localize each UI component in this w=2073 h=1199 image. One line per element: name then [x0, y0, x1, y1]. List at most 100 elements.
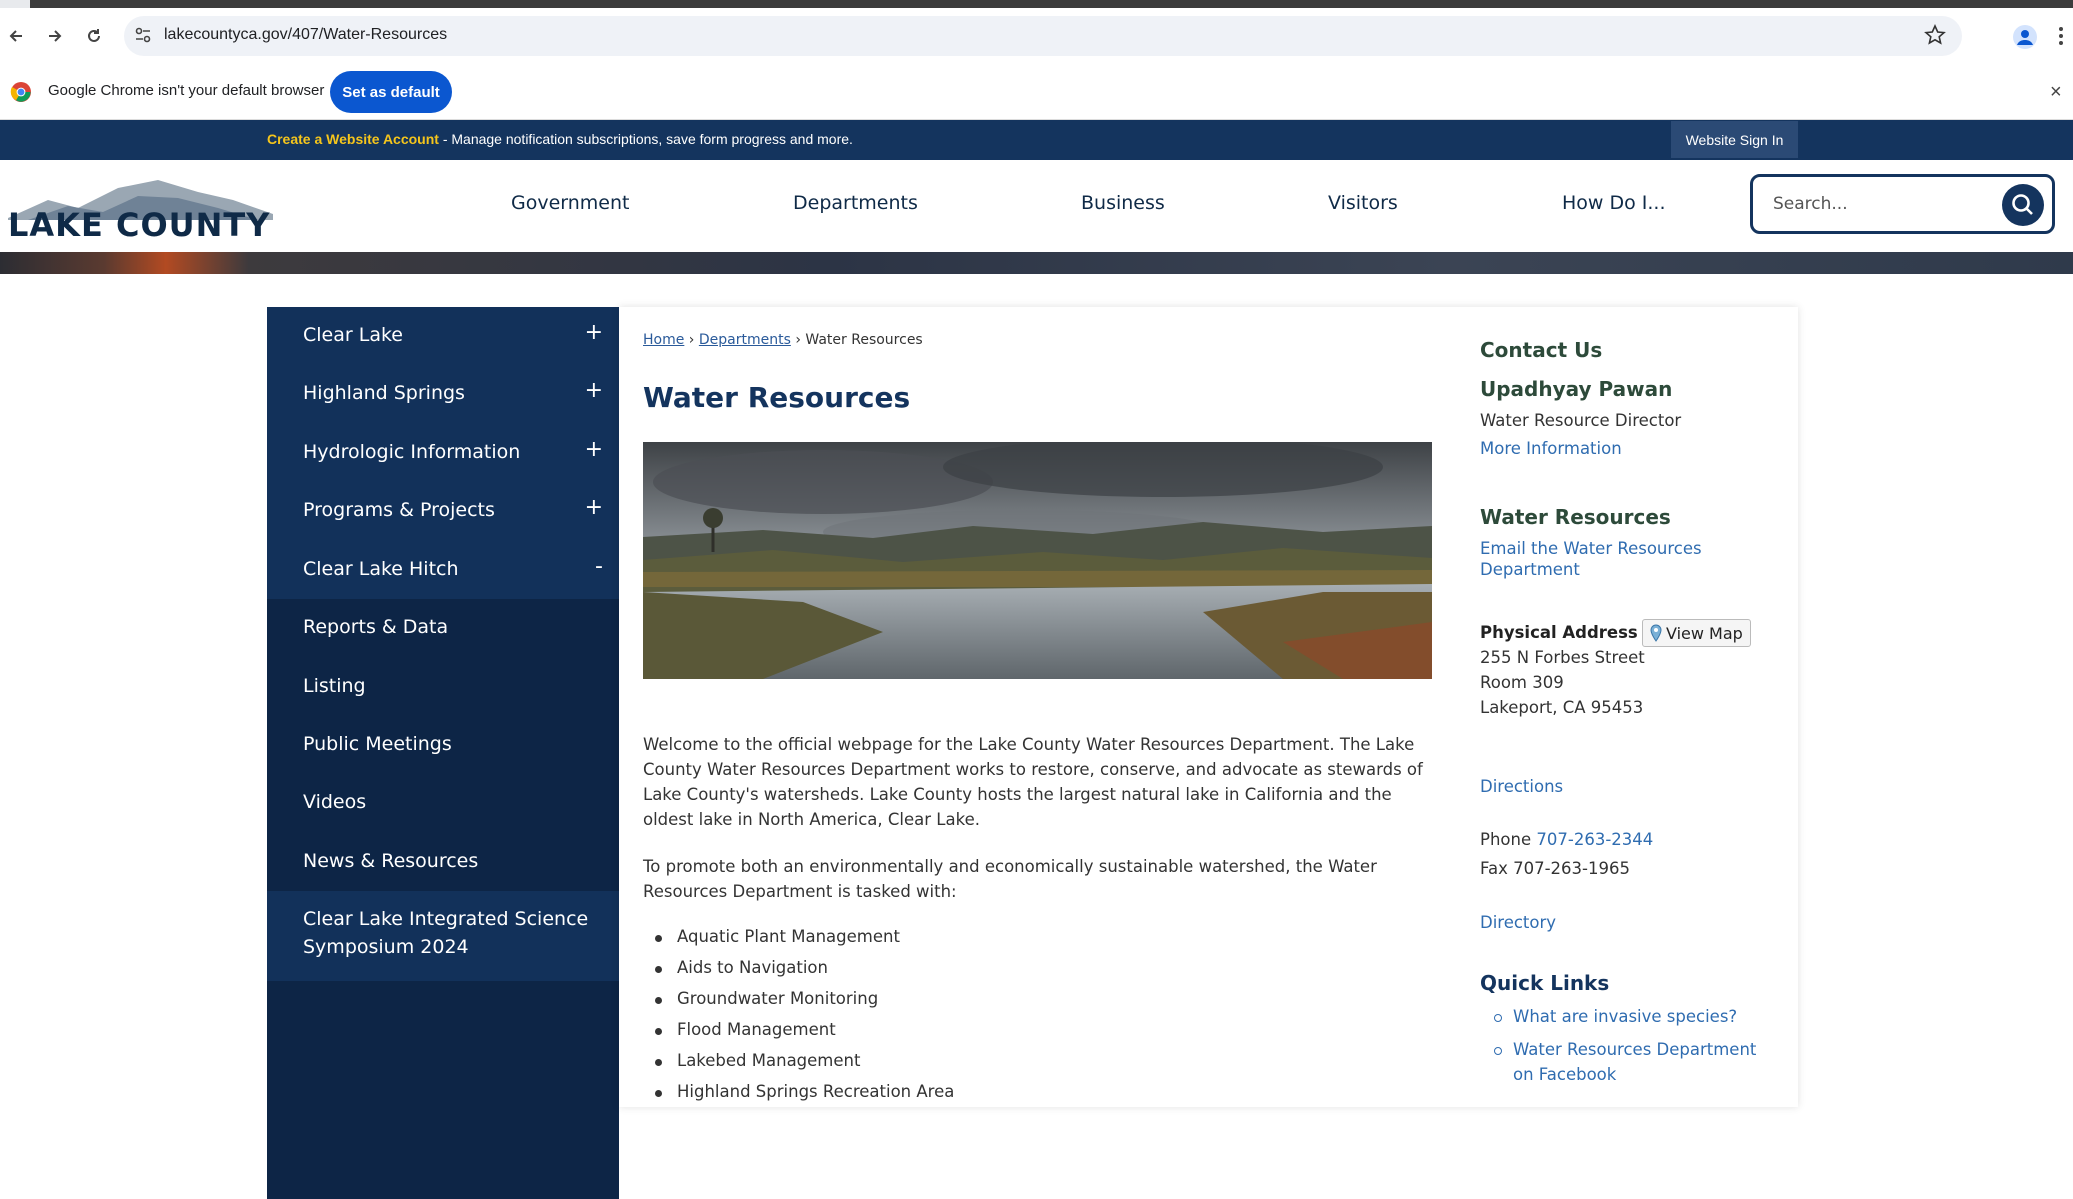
sidebar-item-videos[interactable]: Videos [267, 774, 619, 832]
active-tab[interactable] [0, 0, 30, 8]
sidebar-item-clear-lake-hitch[interactable]: Clear Lake Hitch - [267, 541, 619, 599]
sidebar-item-label: Clear Lake Hitch [303, 558, 459, 580]
sidebar-item-programs-projects[interactable]: Programs & Projects + [267, 482, 619, 540]
nav-how-do-i[interactable]: How Do I... [1562, 192, 1666, 214]
nav-visitors[interactable]: Visitors [1328, 192, 1398, 214]
reload-icon[interactable] [80, 22, 108, 50]
breadcrumb-separator: › [688, 332, 695, 348]
address-line-1: 255 N Forbes Street [1480, 648, 1645, 667]
expand-icon[interactable]: + [585, 437, 603, 462]
tab-strip [0, 0, 2073, 8]
quick-link-facebook[interactable]: Water Resources Department on Facebook [1513, 1037, 1773, 1087]
tasks-paragraph: To promote both an environmentally and e… [643, 857, 1377, 901]
fax-number: 707-263-1965 [1513, 859, 1630, 878]
profile-avatar-icon[interactable] [2013, 25, 2037, 49]
intro-paragraph: Welcome to the official webpage for the … [643, 735, 1423, 829]
phone-line: Phone 707-263-2344 [1480, 830, 1653, 849]
back-icon[interactable] [2, 22, 30, 50]
contact-us-heading: Contact Us [1480, 338, 1603, 362]
site-header: LAKE COUNTY Government Departments Busin… [0, 160, 2073, 252]
directions-link[interactable]: Directions [1480, 777, 1563, 796]
quick-link-invasive-species[interactable]: What are invasive species? [1513, 1004, 1737, 1029]
sidebar-item-listing[interactable]: Listing [267, 658, 619, 716]
chrome-logo-icon [10, 82, 31, 102]
sidebar-item-label: Reports & Data [303, 616, 449, 638]
lake-county-logo[interactable]: LAKE COUNTY [8, 170, 273, 244]
list-item: Highland Springs Recreation Area [643, 1082, 954, 1113]
nav-government[interactable]: Government [511, 192, 630, 214]
sidebar-item-label: Listing [303, 675, 366, 697]
sidebar-item-label: Clear Lake Integrated Science Symposium … [303, 908, 589, 958]
sidebar-item-clear-lake[interactable]: Clear Lake + [267, 307, 619, 365]
website-sign-in-button[interactable]: Website Sign In [1671, 121, 1798, 158]
expand-icon[interactable]: + [585, 378, 603, 403]
breadcrumb: Home › Departments › Water Resources [643, 332, 923, 348]
header-banner-image [0, 252, 2073, 274]
contact-name: Upadhyay Pawan [1480, 377, 1673, 401]
map-pin-icon [1650, 624, 1662, 642]
list-item: Aquatic Plant Management [643, 927, 954, 958]
nav-departments[interactable]: Departments [793, 192, 918, 214]
sidebar-item-label: Clear Lake [303, 324, 403, 346]
bookmark-star-icon[interactable] [1924, 24, 1946, 50]
sidebar-item-reports-data[interactable]: Reports & Data [267, 599, 619, 657]
more-information-link[interactable]: More Information [1480, 439, 1622, 458]
collapse-icon[interactable]: - [595, 554, 603, 579]
breadcrumb-separator: › [795, 332, 801, 348]
infobar-message: Google Chrome isn't your default browser [48, 82, 325, 99]
forward-icon[interactable] [41, 22, 69, 50]
directory-link[interactable]: Directory [1480, 913, 1556, 932]
contact-role: Water Resource Director [1480, 411, 1682, 430]
chrome-menu-icon[interactable] [2058, 24, 2064, 52]
url-text: lakecountyca.gov/407/Water-Resources [164, 26, 448, 43]
fax-label: Fax [1480, 859, 1508, 878]
expand-icon[interactable]: + [585, 320, 603, 345]
search-icon [2012, 194, 2033, 215]
sidebar-nav: Clear Lake + Highland Springs + Hydrologic… [267, 307, 619, 1199]
lake-landscape-photo [643, 442, 1432, 679]
sidebar-item-label: Hydrologic Information [303, 441, 521, 463]
sidebar-item-label: Programs & Projects [303, 499, 495, 521]
address-line-3: Lakeport, CA 95453 [1480, 698, 1644, 717]
list-item: Aids to Navigation [643, 958, 954, 989]
address-bar[interactable]: lakecountyca.gov/407/Water-Resources [124, 16, 1962, 56]
view-map-button[interactable]: View Map [1642, 619, 1751, 647]
page-title: Water Resources [643, 381, 911, 414]
sidebar-item-label: Videos [303, 791, 367, 813]
search-button[interactable] [2002, 184, 2044, 226]
email-link-line-2[interactable]: Department [1480, 560, 1702, 579]
account-bar: Create a Website Account - Manage notifi… [0, 120, 2073, 160]
sidebar-item-science-symposium[interactable]: Clear Lake Integrated Science Symposium … [267, 891, 619, 981]
create-account-link[interactable]: Create a Website Account [267, 131, 439, 147]
tasks-list: Aquatic Plant Management Aids to Navigat… [643, 927, 954, 1113]
phone-label: Phone [1480, 830, 1532, 849]
physical-address-label: Physical Address [1480, 623, 1638, 642]
bullet-icon [1494, 1047, 1502, 1055]
account-bar-description: - Manage notification subscriptions, sav… [438, 131, 853, 147]
list-item: Groundwater Monitoring [643, 989, 954, 1020]
default-browser-infobar: Google Chrome isn't your default browser… [0, 64, 2073, 120]
nav-business[interactable]: Business [1081, 192, 1165, 214]
email-department-link[interactable]: Email the Water Resources Department [1480, 539, 1702, 579]
site-search [1750, 174, 2055, 234]
sidebar-item-highland-springs[interactable]: Highland Springs + [267, 365, 619, 423]
browser-toolbar: lakecountyca.gov/407/Water-Resources [0, 8, 2073, 64]
sidebar-item-public-meetings[interactable]: Public Meetings [267, 716, 619, 774]
infobar-close-icon[interactable]: × [2050, 81, 2062, 104]
logo-text: LAKE COUNTY [8, 206, 271, 244]
bullet-icon [1494, 1014, 1502, 1022]
site-settings-icon[interactable] [134, 26, 152, 48]
water-resources-heading: Water Resources [1480, 505, 1671, 529]
search-input[interactable] [1773, 191, 1993, 217]
sidebar-item-hydrologic-information[interactable]: Hydrologic Information + [267, 424, 619, 482]
email-link-line-1[interactable]: Email the Water Resources [1480, 539, 1702, 558]
account-bar-text: Create a Website Account - Manage notifi… [267, 131, 853, 147]
breadcrumb-home-link[interactable]: Home [643, 332, 684, 348]
phone-link[interactable]: 707-263-2344 [1536, 830, 1653, 849]
sidebar-item-news-resources[interactable]: News & Resources [267, 833, 619, 891]
sidebar-item-label: Highland Springs [303, 382, 465, 404]
address-line-2: Room 309 [1480, 673, 1564, 692]
expand-icon[interactable]: + [585, 495, 603, 520]
set-as-default-button[interactable]: Set as default [330, 71, 452, 113]
breadcrumb-departments-link[interactable]: Departments [699, 332, 791, 348]
